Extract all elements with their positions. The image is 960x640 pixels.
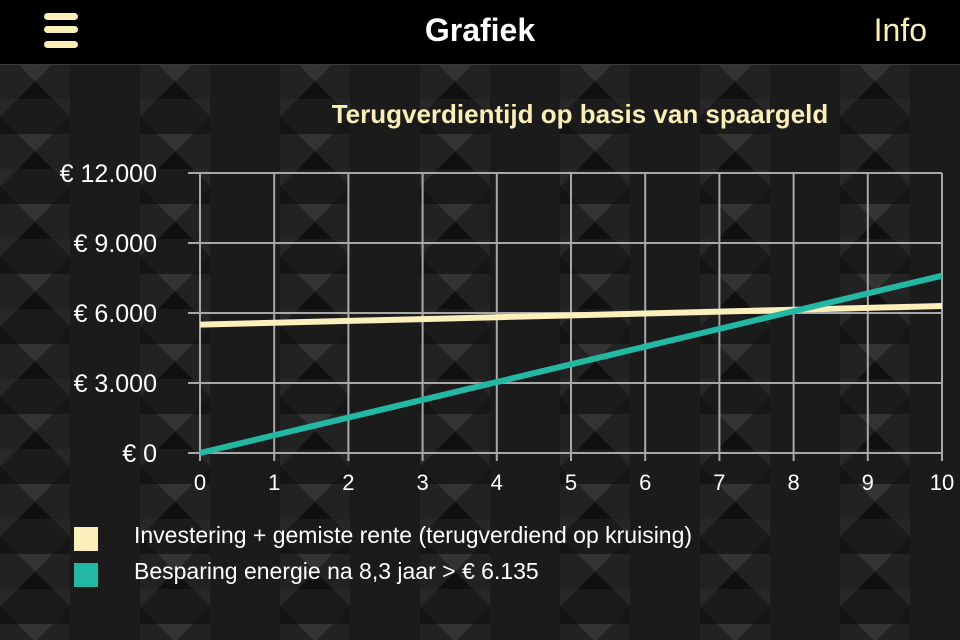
y-tick-label: € 0 — [122, 440, 157, 468]
y-tick-label: € 6.000 — [74, 300, 157, 328]
x-tick-label: 4 — [491, 470, 503, 495]
x-tick-label: 1 — [268, 470, 280, 495]
x-tick-label: 9 — [862, 470, 874, 495]
x-tick-label: 10 — [930, 470, 954, 495]
x-tick-label: 2 — [342, 470, 354, 495]
y-tick-label: € 9.000 — [74, 230, 157, 258]
x-tick-label: 3 — [416, 470, 428, 495]
x-tick-label: 6 — [639, 470, 651, 495]
legend-label: Investering + gemiste rente (terugverdie… — [134, 522, 693, 548]
legend-swatch-savings — [74, 563, 98, 587]
x-tick-label: 7 — [713, 470, 725, 495]
x-tick-label: 8 — [787, 470, 799, 495]
legend-label: Besparing energie na 8,3 jaar > € 6.135 — [134, 558, 539, 584]
x-tick-label: 5 — [565, 470, 577, 495]
legend-swatch-investment — [74, 527, 98, 551]
y-tick-label: € 3.000 — [74, 370, 157, 398]
y-tick-label: € 12.000 — [60, 160, 157, 188]
x-tick-label: 0 — [194, 470, 206, 495]
x-axis-ticks: 0 1 2 3 4 5 6 7 8 9 10 — [194, 470, 954, 495]
y-axis-ticks: € 0 € 3.000 € 6.000 € 9.000 € 12.000 — [60, 160, 157, 468]
